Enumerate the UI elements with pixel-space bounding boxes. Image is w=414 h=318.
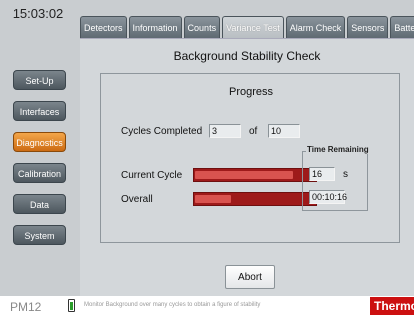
battery-level	[70, 302, 73, 310]
clock: 15:03:02	[12, 6, 64, 21]
tab-bar: Detectors Information Counts Variance Te…	[80, 16, 414, 38]
nav-setup[interactable]: Set-Up	[13, 70, 66, 90]
tab-alarm-check[interactable]: Alarm Check	[285, 16, 346, 38]
tab-battery[interactable]: Battery	[390, 16, 414, 38]
current-cycle-progress-fill	[195, 171, 293, 179]
nav-diagnostics[interactable]: Diagnostics	[13, 132, 66, 152]
brand-logo: Thermo	[370, 297, 414, 315]
page-title: Background Stability Check	[173, 49, 321, 63]
nav-interfaces[interactable]: Interfaces	[13, 101, 66, 121]
tab-variance-test[interactable]: Variance Test	[222, 16, 284, 38]
overall-progress-fill	[195, 195, 231, 203]
tab-counts[interactable]: Counts	[183, 16, 221, 38]
cycle-seconds-value: 16	[309, 167, 335, 181]
nav-calibration[interactable]: Calibration	[13, 163, 66, 183]
abort-button[interactable]: Abort	[225, 265, 275, 289]
nav-system[interactable]: System	[13, 225, 66, 245]
status-message: Monitor Background over many cycles to o…	[84, 302, 261, 308]
status-bar: PM12 Monitor Background over many cycles…	[0, 296, 414, 318]
model-label: PM12	[10, 300, 42, 314]
tab-detectors[interactable]: Detectors	[80, 16, 127, 38]
current-cycle-label: Current Cycle	[121, 170, 183, 181]
overall-time-value: 00:10:16	[309, 190, 347, 204]
overall-label: Overall	[121, 194, 153, 205]
overall-progress-bar	[193, 192, 317, 206]
seconds-unit: s	[343, 169, 348, 180]
of-label: of	[249, 126, 258, 137]
device-screen: 15:03:02 Detectors Information Counts Va…	[0, 0, 414, 296]
variance-test-panel: Background Stability Check Progress Cycl…	[80, 38, 414, 296]
progress-title: Progress	[228, 86, 274, 98]
cycles-completed-label: Cycles Completed	[121, 126, 203, 137]
time-remaining-group: Time Remaining 16 s 00:10:16	[302, 145, 370, 211]
time-remaining-label: Time Remaining	[306, 145, 370, 154]
cycles-total-value: 10	[268, 124, 300, 138]
current-cycle-progress-bar	[193, 168, 317, 182]
battery-icon	[68, 299, 75, 312]
tab-information[interactable]: Information	[128, 16, 182, 38]
cycles-completed-value: 3	[209, 124, 241, 138]
nav-data[interactable]: Data	[13, 194, 66, 214]
tab-sensors[interactable]: Sensors	[347, 16, 389, 38]
